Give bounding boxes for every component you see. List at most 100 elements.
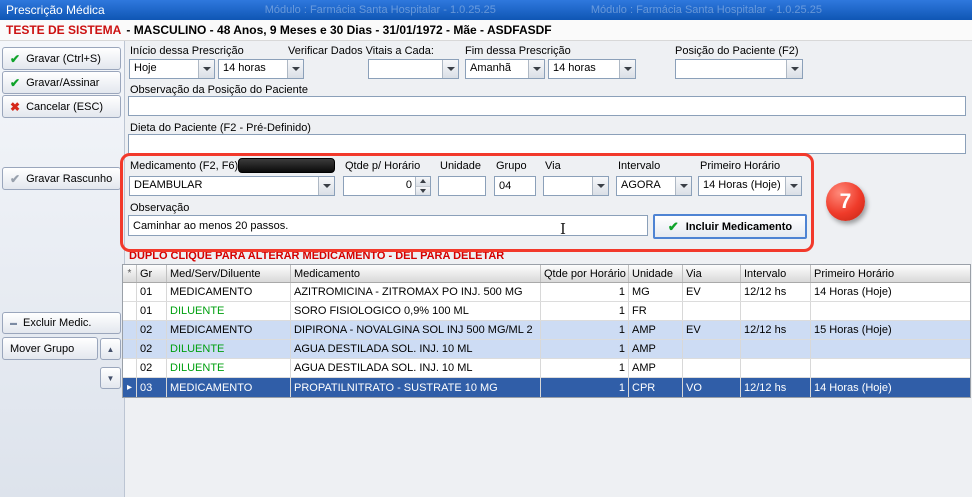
chevron-down-icon[interactable]	[785, 177, 801, 195]
fim-hora-select[interactable]: 14 horas	[548, 59, 636, 79]
annotation-step-badge: 7	[826, 182, 865, 221]
via-value	[544, 177, 592, 195]
chevron-down-icon[interactable]	[592, 177, 608, 195]
chevron-down-icon[interactable]	[198, 60, 214, 78]
table-row[interactable]: ▸ 03 MEDICAMENTO PROPATILNITRATO - SUSTR…	[123, 378, 970, 397]
observacao-label: Observação	[130, 202, 189, 214]
window-titlebar[interactable]: Prescrição Médica Módulo : Farmácia Sant…	[0, 0, 972, 20]
fim-hora-value: 14 horas	[549, 60, 619, 78]
unidade-label: Unidade	[440, 160, 481, 172]
column-header-gr: Gr	[137, 265, 167, 282]
chevron-down-icon[interactable]	[442, 60, 458, 78]
incluir-medicamento-button[interactable]: ✔ Incluir Medicamento	[653, 214, 807, 239]
cell-unidade: AMP	[629, 321, 683, 339]
cell-primeiro-horario: 14 Horas (Hoje)	[811, 378, 970, 397]
cell-primeiro-horario	[811, 302, 970, 320]
posicao-paciente-select[interactable]	[675, 59, 803, 79]
cell-qtde: 1	[541, 283, 629, 301]
cancelar-button[interactable]: ✖ Cancelar (ESC)	[2, 95, 121, 118]
cell-medicamento: AGUA DESTILADA SOL. INJ. 10 ML	[291, 340, 541, 358]
qtde-spinner[interactable]: 0	[343, 176, 431, 196]
cell-tipo: DILUENTE	[167, 340, 291, 358]
cell-unidade: FR	[629, 302, 683, 320]
intervalo-select[interactable]: AGORA	[616, 176, 692, 196]
cell-gr: 01	[137, 302, 167, 320]
qtde-value: 0	[344, 177, 415, 195]
dieta-paciente-input[interactable]	[128, 134, 966, 154]
chevron-down-icon[interactable]	[318, 177, 334, 195]
fim-prescricao-label: Fim dessa Prescrição	[465, 45, 571, 57]
cell-tipo: DILUENTE	[167, 302, 291, 320]
primeiro-horario-value: 14 Horas (Hoje)	[699, 177, 785, 195]
medicamento-select[interactable]: DEAMBULAR	[129, 176, 335, 196]
redacted-button[interactable]	[238, 158, 335, 173]
gravar-assinar-button[interactable]: ✔ Gravar/Assinar	[2, 71, 121, 94]
cell-intervalo	[741, 302, 811, 320]
posicao-paciente-value	[676, 60, 786, 78]
cell-gr: 03	[137, 378, 167, 397]
chevron-down-icon[interactable]	[287, 60, 303, 78]
excluir-medic-button[interactable]: ▬ Excluir Medic.	[2, 312, 121, 334]
check-icon: ✔	[10, 77, 20, 89]
via-select[interactable]	[543, 176, 609, 196]
chevron-down-icon[interactable]	[528, 60, 544, 78]
primeiro-horario-select[interactable]: 14 Horas (Hoje)	[698, 176, 802, 196]
fim-dia-value: Amanhã	[466, 60, 528, 78]
inicio-hora-select[interactable]: 14 horas	[218, 59, 304, 79]
arrow-up-icon: ▲	[107, 345, 115, 354]
mover-grupo-label: Mover Grupo	[10, 343, 74, 355]
patient-name: TESTE DE SISTEMA	[6, 23, 121, 37]
cell-intervalo: 12/12 hs	[741, 378, 811, 397]
cross-icon: ✖	[10, 101, 20, 113]
table-row[interactable]: 02 DILUENTE AGUA DESTILADA SOL. INJ. 10 …	[123, 340, 970, 359]
annotation-step-number: 7	[840, 190, 852, 214]
observacao-input[interactable]	[128, 215, 648, 236]
prescricao-medica-window: Prescrição Médica Módulo : Farmácia Sant…	[0, 0, 972, 497]
gravar-button[interactable]: ✔ Gravar (Ctrl+S)	[2, 47, 121, 70]
table-row[interactable]: 02 MEDICAMENTO DIPIRONA - NOVALGINA SOL …	[123, 321, 970, 340]
asterisk-icon: *	[128, 268, 132, 279]
chevron-down-icon[interactable]	[675, 177, 691, 195]
unidade-input[interactable]	[438, 176, 486, 196]
table-row[interactable]: 01 DILUENTE SORO FISIOLOGICO 0,9% 100 ML…	[123, 302, 970, 321]
table-header: * Gr Med/Serv/Diluente Medicamento Qtde …	[123, 265, 970, 283]
inicio-dia-select[interactable]: Hoje	[129, 59, 215, 79]
cell-primeiro-horario	[811, 359, 970, 377]
grupo-input[interactable]	[494, 176, 536, 196]
grupo-label: Grupo	[496, 160, 527, 172]
dieta-paciente-label: Dieta do Paciente (F2 - Pré-Definido)	[130, 122, 311, 134]
row-indicator	[123, 340, 137, 358]
gravar-rascunho-button[interactable]: ✔ Gravar Rascunho	[2, 167, 121, 190]
gravar-rascunho-label: Gravar Rascunho	[26, 173, 112, 185]
move-group-down-button[interactable]: ▼	[100, 367, 121, 389]
column-header-via: Via	[683, 265, 741, 282]
row-indicator	[123, 302, 137, 320]
obs-posicao-input[interactable]	[128, 96, 966, 116]
cell-intervalo	[741, 340, 811, 358]
table-row[interactable]: 01 MEDICAMENTO AZITROMICINA - ZITROMAX P…	[123, 283, 970, 302]
cell-qtde: 1	[541, 359, 629, 377]
cell-qtde: 1	[541, 340, 629, 358]
mover-grupo-button[interactable]: Mover Grupo	[2, 337, 98, 360]
row-indicator	[123, 359, 137, 377]
row-indicator	[123, 321, 137, 339]
cell-intervalo: 12/12 hs	[741, 283, 811, 301]
cell-via	[683, 340, 741, 358]
cell-tipo: DILUENTE	[167, 359, 291, 377]
chevron-down-icon[interactable]	[786, 60, 802, 78]
cell-primeiro-horario: 15 Horas (Hoje)	[811, 321, 970, 339]
grid-hint-text: DUPLO CLIQUE PARA ALTERAR MEDICAMENTO - …	[129, 250, 504, 262]
spinner-buttons	[415, 177, 430, 195]
move-group-up-button[interactable]: ▲	[100, 338, 121, 360]
spin-up-button[interactable]	[416, 177, 430, 187]
table-row[interactable]: 02 DILUENTE AGUA DESTILADA SOL. INJ. 10 …	[123, 359, 970, 378]
spin-down-button[interactable]	[416, 187, 430, 196]
cell-gr: 01	[137, 283, 167, 301]
fim-dia-select[interactable]: Amanhã	[465, 59, 545, 79]
chevron-down-icon[interactable]	[619, 60, 635, 78]
incluir-medicamento-label: Incluir Medicamento	[686, 221, 792, 233]
verificar-vitais-select[interactable]	[368, 59, 459, 79]
cell-unidade: CPR	[629, 378, 683, 397]
medicamento-value: DEAMBULAR	[130, 177, 318, 195]
obs-posicao-label: Observação da Posição do Paciente	[130, 84, 308, 96]
